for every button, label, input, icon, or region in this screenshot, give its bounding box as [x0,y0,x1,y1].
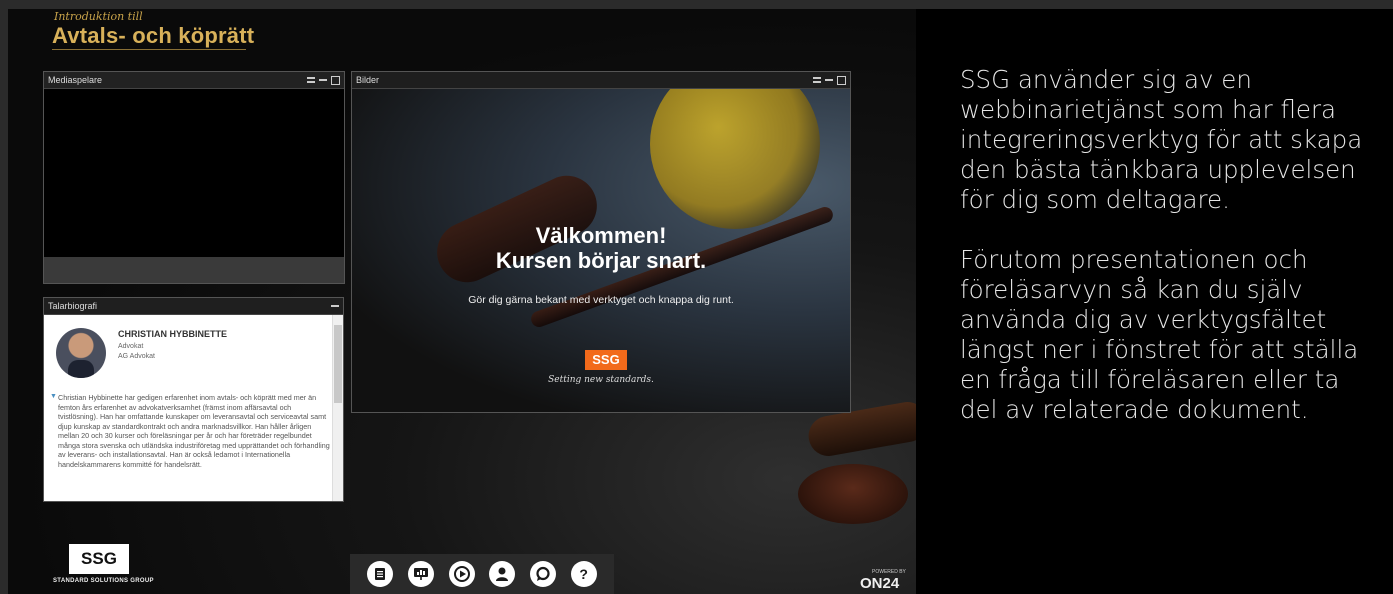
speaker-bio-text: Christian Hybbinette har gedigen erfaren… [58,393,330,469]
page-frame: Introduktion till Avtals- och köprätt Me… [0,0,1393,594]
ssg-logo-subtitle: STANDARD SOLUTIONS GROUP [53,578,154,584]
slide-content: Välkommen! Kursen börjar snart. Gör dig … [352,89,850,412]
slide-heading-starts-soon: Kursen börjar snart. [495,248,707,273]
slide-subtitle: Gör dig gärna bekant med verktyget och k… [468,294,734,306]
bio-content: CHRISTIAN HYBBINETTE Advokat AG Advokat … [44,315,333,501]
bullet-icon: ▼ [50,393,57,400]
speaker-role: Advokat [118,343,144,350]
presentation-icon[interactable] [407,561,434,587]
info-paragraph-2: Förutom presentationen och föreläsarvyn … [960,245,1359,424]
speaker-avatar [56,328,106,378]
info-panel: SSG använder sig av en webbinarietjänst … [916,9,1393,594]
brand-underline [52,49,246,50]
helmet-image [650,89,820,229]
person-icon[interactable] [489,561,516,587]
media-panel-header[interactable]: Mediaspelare [44,72,344,89]
minimize-icon[interactable] [319,79,327,81]
slide-heading-welcome: Välkommen! [535,223,667,248]
ssg-logo: SSG [69,544,129,574]
gavel-block-image [798,464,908,524]
slides-panel: Bilder Välkommen! Kursen börjar snart. G… [351,71,851,413]
minimize-icon[interactable] [331,305,339,307]
slides-panel-title: Bilder [356,75,380,85]
speaker-company: AG Advokat [118,353,155,360]
move-icon[interactable] [307,76,315,84]
bio-scrollbar[interactable] [332,315,343,501]
info-paragraph-1: SSG använder sig av en webbinarietjänst … [960,65,1363,214]
speaker-bio-panel: Talarbiografi CHRISTIAN HYBBINETTE Advok… [43,297,344,502]
on24-logo: ON24 [860,575,900,592]
speaker-name: CHRISTIAN HYBBINETTE [118,329,228,339]
brand-title: Avtals- och köprätt [52,23,255,48]
media-control-bar[interactable] [44,257,344,283]
info-text: SSG använder sig av en webbinarietjänst … [960,65,1380,455]
webinar-toolbar: ? [350,554,614,594]
bio-scrollbar-thumb[interactable] [334,325,342,403]
maximize-icon[interactable] [837,75,846,85]
chat-icon[interactable] [529,561,556,587]
media-panel-title: Mediaspelare [48,75,103,85]
brand-script: Introduktion till [54,10,143,23]
ssg-tagline: Setting new standards. [548,375,654,385]
play-icon[interactable] [448,561,475,587]
ssg-slide-logo: SSG [585,350,627,370]
move-icon[interactable] [813,76,821,84]
question-icon[interactable]: ? [570,561,597,587]
bio-panel-header[interactable]: Talarbiografi [44,298,343,315]
slides-panel-header[interactable]: Bilder [352,72,850,89]
bio-panel-title: Talarbiografi [48,301,98,311]
minimize-icon[interactable] [825,79,833,81]
media-player-panel: Mediaspelare [43,71,345,284]
document-icon[interactable] [367,561,394,587]
maximize-icon[interactable] [331,75,340,85]
